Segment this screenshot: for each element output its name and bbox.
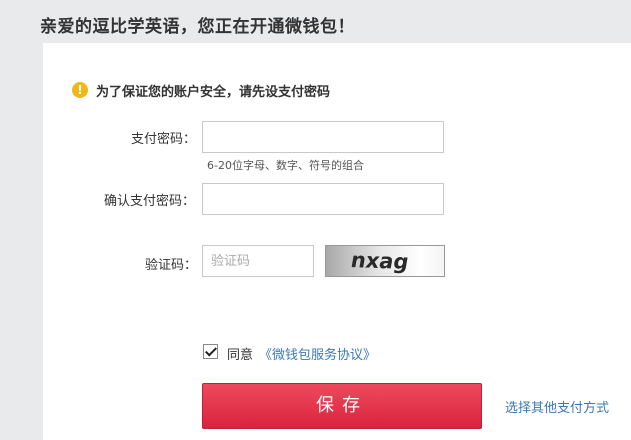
security-notice-text: 为了保证您的账户安全，请先设支付密码 <box>96 84 331 100</box>
security-notice: ! 为了保证您的账户安全，请先设支付密码 <box>72 80 330 100</box>
captcha-input[interactable] <box>202 245 314 277</box>
pay-password-input[interactable] <box>202 121 444 153</box>
confirm-password-input[interactable] <box>202 183 444 215</box>
page-title: 亲爱的逗比学英语，您正在开通微钱包！ <box>40 17 355 37</box>
save-button[interactable]: 保存 <box>202 383 482 429</box>
captcha-text: nxag <box>349 248 411 274</box>
exclamation-icon: ! <box>72 82 88 98</box>
main-panel <box>43 43 631 440</box>
other-payment-link[interactable]: 选择其他支付方式 <box>505 397 609 416</box>
agree-text: 同意 <box>227 348 254 363</box>
pay-password-label: 支付密码： <box>131 132 197 147</box>
captcha-image[interactable]: nxag <box>325 245 445 277</box>
service-agreement-link[interactable]: 《微钱包服务协议》 <box>259 344 376 363</box>
agree-checkbox[interactable] <box>203 344 218 359</box>
confirm-password-label: 确认支付密码： <box>104 194 196 209</box>
pay-password-hint: 6-20位字母、数字、符号的组合 <box>207 159 364 172</box>
captcha-label: 验证码： <box>145 258 198 273</box>
